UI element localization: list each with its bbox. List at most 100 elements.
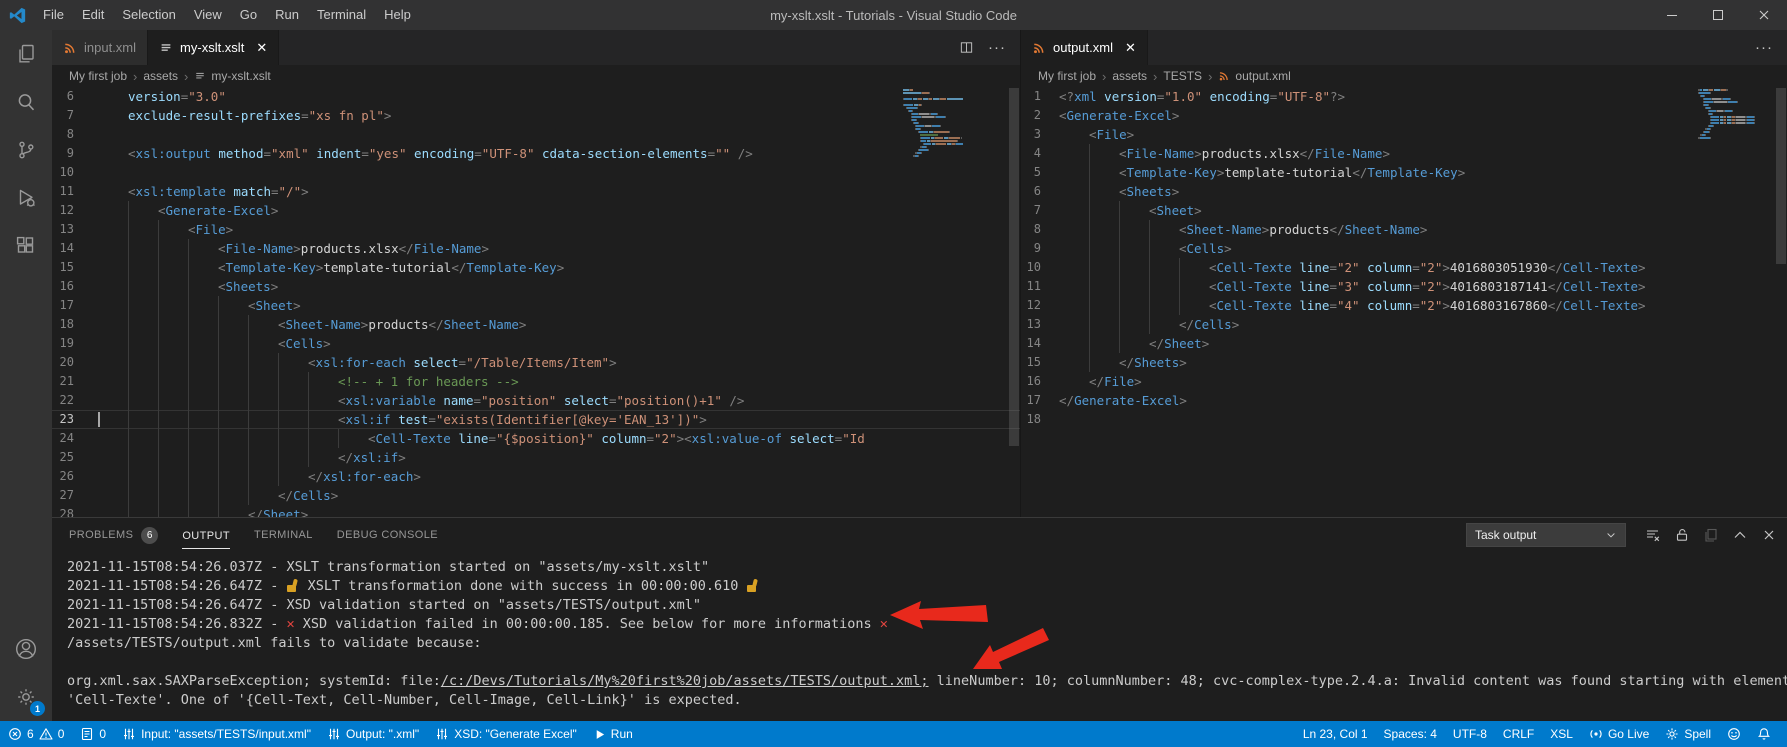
close-window-button[interactable] <box>1741 0 1787 30</box>
line-number[interactable]: 17 <box>52 296 98 315</box>
line-number[interactable]: 8 <box>1021 220 1059 239</box>
line-number[interactable]: 5 <box>1021 163 1059 182</box>
editor-right[interactable]: 1 <?xml version="1.0" encoding="UTF-8"?> 2… <box>1021 87 1787 517</box>
problems-status[interactable]: 6 0 <box>0 721 72 747</box>
code-line[interactable]: 6 <Sheets> <box>1021 182 1787 201</box>
accounts-icon[interactable] <box>0 625 52 673</box>
line-number[interactable]: 21 <box>52 372 98 391</box>
input-file-status[interactable]: Input: "assets/TESTS/input.xml" <box>114 721 319 747</box>
eol-status[interactable]: CRLF <box>1495 721 1542 747</box>
file-link[interactable]: /c:/Devs/Tutorials/My%20first%20job/asse… <box>441 673 929 689</box>
code-line[interactable]: 13 <File> <box>52 220 1020 239</box>
close-tab-icon[interactable]: ✕ <box>256 41 267 54</box>
breadcrumb-file[interactable]: output.xml <box>1218 69 1291 83</box>
document-count-status[interactable]: 0 <box>72 721 114 747</box>
menu-file[interactable]: File <box>34 0 73 30</box>
extensions-icon[interactable] <box>0 222 52 270</box>
code-line[interactable]: 27 </Cells> <box>52 486 1020 505</box>
tab-debug-console[interactable]: DEBUG CONSOLE <box>337 518 438 552</box>
source-control-icon[interactable] <box>0 126 52 174</box>
line-number[interactable]: 25 <box>52 448 98 467</box>
line-number[interactable]: 10 <box>1021 258 1059 277</box>
xsd-status[interactable]: XSD: "Generate Excel" <box>427 721 585 747</box>
minimap-right[interactable] <box>1698 89 1778 143</box>
line-number[interactable]: 13 <box>52 220 98 239</box>
code-line[interactable]: 16 </File> <box>1021 372 1787 391</box>
line-number[interactable]: 18 <box>1021 410 1059 429</box>
code-line[interactable]: 7 exclude-result-prefixes="xs fn pl"> <box>52 106 1020 125</box>
encoding-status[interactable]: UTF-8 <box>1445 721 1495 747</box>
more-actions-icon[interactable]: ··· <box>1755 40 1773 55</box>
minimap-left[interactable] <box>901 89 963 158</box>
code-line[interactable]: 12 <Cell-Texte line="4" column="2">401680… <box>1021 296 1787 315</box>
code-line[interactable]: 21 <!-- + 1 for headers --> <box>52 372 1020 391</box>
code-line[interactable]: 7 <Sheet> <box>1021 201 1787 220</box>
line-number[interactable]: 26 <box>52 467 98 486</box>
code-line[interactable]: 11 <xsl:template match="/"> <box>52 182 1020 201</box>
code-line[interactable]: 15 </Sheets> <box>1021 353 1787 372</box>
breadcrumb-folder[interactable]: assets <box>143 69 178 83</box>
line-number[interactable]: 17 <box>1021 391 1059 410</box>
line-number[interactable]: 18 <box>52 315 98 334</box>
code-line[interactable]: 12 <Generate-Excel> <box>52 201 1020 220</box>
cursor-position-status[interactable]: Ln 23, Col 1 <box>1295 721 1376 747</box>
line-number[interactable]: 28 <box>52 505 98 517</box>
language-mode-status[interactable]: XSL <box>1542 721 1581 747</box>
code-line[interactable]: 13 </Cells> <box>1021 315 1787 334</box>
close-panel-icon[interactable] <box>1761 527 1777 543</box>
code-line[interactable]: 14 </Sheet> <box>1021 334 1787 353</box>
code-line[interactable]: 18 <Sheet-Name>products</Sheet-Name> <box>52 315 1020 334</box>
line-number[interactable]: 7 <box>1021 201 1059 220</box>
line-number[interactable]: 11 <box>1021 277 1059 296</box>
menu-terminal[interactable]: Terminal <box>308 0 375 30</box>
code-line[interactable]: 17 </Generate-Excel> <box>1021 391 1787 410</box>
breadcrumb-file[interactable]: my-xslt.xslt <box>194 69 271 83</box>
line-number[interactable]: 23 <box>52 410 98 429</box>
code-line[interactable]: 1 <?xml version="1.0" encoding="UTF-8"?> <box>1021 87 1787 106</box>
code-line[interactable]: 9 <xsl:output method="xml" indent="yes" e… <box>52 144 1020 163</box>
menu-run[interactable]: Run <box>266 0 308 30</box>
tab-terminal[interactable]: TERMINAL <box>254 518 313 552</box>
line-number[interactable]: 2 <box>1021 106 1059 125</box>
code-line[interactable]: 18 <box>1021 410 1787 429</box>
code-line[interactable]: 26 </xsl:for-each> <box>52 467 1020 486</box>
menu-edit[interactable]: Edit <box>73 0 113 30</box>
maximize-panel-icon[interactable] <box>1732 527 1748 543</box>
code-line[interactable]: 25 </xsl:if> <box>52 448 1020 467</box>
open-log-file-icon[interactable] <box>1703 527 1719 543</box>
settings-gear-icon[interactable]: 1 <box>0 673 52 721</box>
notifications-bell-button[interactable] <box>1749 721 1779 747</box>
line-number[interactable]: 19 <box>52 334 98 353</box>
line-number[interactable]: 4 <box>1021 144 1059 163</box>
code-line[interactable]: 22 <xsl:variable name="position" select="… <box>52 391 1020 410</box>
line-number[interactable]: 6 <box>52 87 98 106</box>
tab-output[interactable]: OUTPUT <box>182 518 230 552</box>
tab-input-xml[interactable]: input.xml <box>52 30 149 65</box>
code-line[interactable]: 24 <Cell-Texte line="{$position}" column=… <box>52 429 1020 448</box>
code-line[interactable]: 17 <Sheet> <box>52 296 1020 315</box>
spell-checker-button[interactable]: Spell <box>1657 721 1719 747</box>
line-number[interactable]: 12 <box>52 201 98 220</box>
line-number[interactable]: 11 <box>52 182 98 201</box>
menu-go[interactable]: Go <box>231 0 266 30</box>
tab-my-xslt[interactable]: my-xslt.xslt ✕ <box>148 30 280 65</box>
code-line[interactable]: 3 <File> <box>1021 125 1787 144</box>
code-line[interactable]: 6 version="3.0" <box>52 87 1020 106</box>
line-number[interactable]: 10 <box>52 163 98 182</box>
line-number[interactable]: 3 <box>1021 125 1059 144</box>
line-number[interactable]: 6 <box>1021 182 1059 201</box>
clear-output-icon[interactable] <box>1645 527 1661 543</box>
code-line[interactable]: 23 <xsl:if test="exists(Identifier[@key='… <box>52 410 1020 429</box>
breadcrumb-root[interactable]: My first job <box>69 69 127 83</box>
line-number[interactable]: 13 <box>1021 315 1059 334</box>
menu-view[interactable]: View <box>185 0 231 30</box>
code-line[interactable]: 10 <Cell-Texte line="2" column="2">401680… <box>1021 258 1787 277</box>
explorer-icon[interactable] <box>0 30 52 78</box>
line-number[interactable]: 7 <box>52 106 98 125</box>
line-number[interactable]: 8 <box>52 125 98 144</box>
line-number[interactable]: 1 <box>1021 87 1059 106</box>
code-line[interactable]: 5 <Template-Key>template-tutorial</Templa… <box>1021 163 1787 182</box>
output-channel-select[interactable]: Task output <box>1466 523 1626 547</box>
scrollbar-left[interactable] <box>1009 88 1019 446</box>
line-number[interactable]: 20 <box>52 353 98 372</box>
